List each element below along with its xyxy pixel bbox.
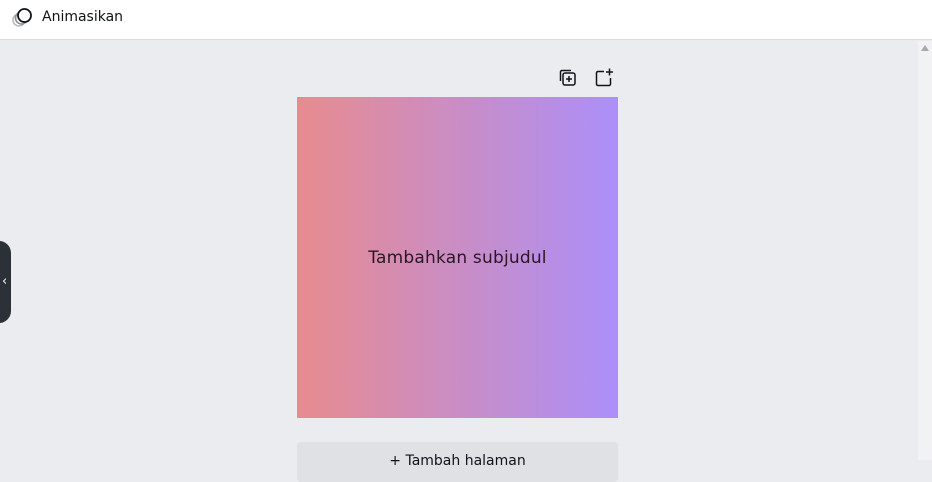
animate-label: Animasikan [42, 9, 124, 25]
add-page-icon[interactable] [593, 67, 615, 89]
animate-button[interactable]: Animasikan [10, 4, 123, 30]
animate-circles-icon [10, 5, 34, 29]
editor-toolbar: Animasikan [0, 0, 932, 40]
subtitle-text[interactable]: Tambahkan subjudul [368, 248, 546, 268]
vertical-scrollbar[interactable] [918, 41, 932, 460]
chevron-left-icon: ‹ [2, 274, 8, 289]
duplicate-page-icon[interactable] [557, 67, 579, 89]
add-page-button[interactable]: + Tambah halaman [297, 442, 618, 482]
side-panel-toggle[interactable]: ‹ [0, 241, 11, 323]
design-canvas[interactable]: Tambahkan subjudul [297, 97, 618, 418]
scroll-up-arrow-icon[interactable] [921, 45, 929, 51]
